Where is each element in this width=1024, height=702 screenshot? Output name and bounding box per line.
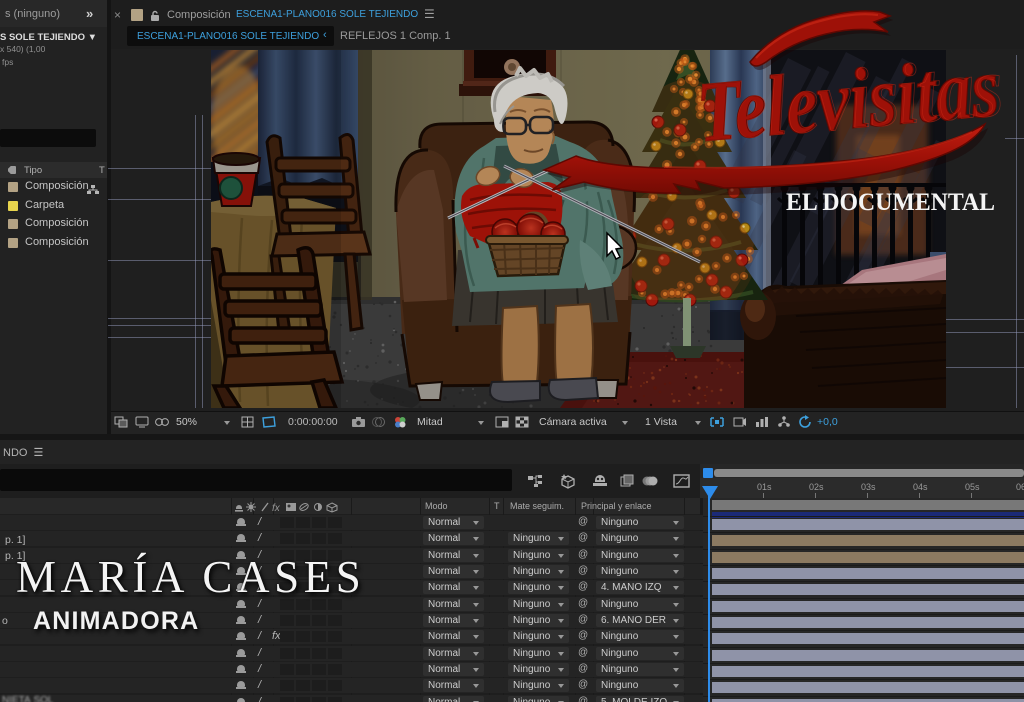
- svg-text:fx: fx: [272, 503, 281, 513]
- svg-text:EL DOCUMENTAL: EL DOCUMENTAL: [786, 189, 995, 216]
